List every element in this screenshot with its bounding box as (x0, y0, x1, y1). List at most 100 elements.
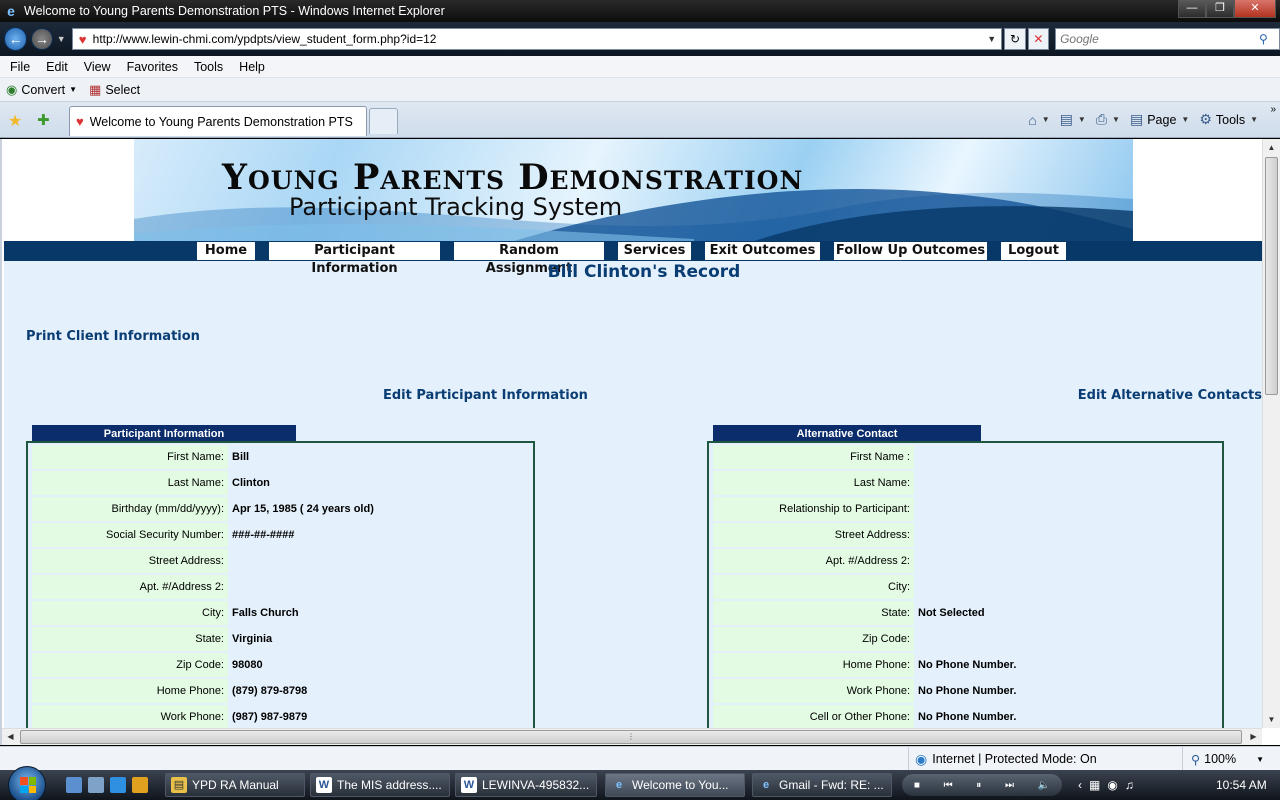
nav-home[interactable]: Home (197, 242, 255, 260)
convert-button[interactable]: ◉ Convert ▼ (0, 82, 83, 98)
nav-exit-outcomes[interactable]: Exit Outcomes (705, 242, 820, 260)
menu-view[interactable]: View (76, 60, 119, 74)
nav-participant-information[interactable]: Participant Information (269, 242, 440, 276)
field-value (230, 575, 525, 599)
next-track-icon[interactable]: ⏭ (1005, 780, 1014, 791)
ie-quicklaunch-icon[interactable] (110, 777, 126, 793)
task-mis-address[interactable]: W The MIS address.... (310, 773, 450, 797)
zoom-icon: ⚲ (1191, 752, 1201, 767)
security-icon[interactable]: ◉ (1107, 778, 1117, 792)
minimize-button[interactable]: — (1178, 0, 1206, 18)
clock[interactable]: 10:54 AM (1216, 770, 1267, 800)
print-client-link[interactable]: Print Client Information (26, 329, 200, 344)
menu-edit[interactable]: Edit (38, 60, 76, 74)
tab-bar: ★ ✚ ♥ Welcome to Young Parents Demonstra… (0, 102, 1280, 138)
pause-icon[interactable]: ⏸ (976, 780, 981, 791)
address-dropdown-icon[interactable]: ▼ (987, 34, 1001, 44)
feeds-button[interactable]: ▤ ▼ (1060, 111, 1086, 128)
edit-alternative-link[interactable]: Edit Alternative Contacts (1078, 388, 1262, 403)
stop-button[interactable]: ✕ (1027, 28, 1050, 50)
zone-text: Internet | Protected Mode: On (932, 752, 1097, 766)
menu-tools[interactable]: Tools (186, 60, 231, 74)
scroll-right-icon[interactable]: ▶ (1245, 729, 1262, 745)
scroll-left-icon[interactable]: ◀ (2, 729, 19, 745)
page-dropdown-icon: ▼ (1181, 115, 1190, 124)
edit-participant-link[interactable]: Edit Participant Information (383, 388, 588, 403)
home-button[interactable]: ⌂ ▼ (1028, 112, 1049, 128)
select-button[interactable]: ▦ Select (83, 82, 146, 98)
show-desktop-icon[interactable] (66, 777, 82, 793)
task-label: YPD RA Manual (192, 778, 279, 792)
history-dropdown-icon[interactable]: ▼ (57, 34, 66, 44)
page-menu[interactable]: ▤ Page ▼ (1130, 111, 1189, 128)
tray-expand-icon[interactable]: ‹ (1078, 778, 1082, 792)
table-row: Home Phone: (879) 879-8798 (32, 679, 525, 703)
back-button[interactable]: ← (4, 27, 28, 51)
media-player-controls[interactable]: ■ ⏮ ⏸ ⏭ 🔈 (902, 774, 1062, 796)
menu-help[interactable]: Help (231, 60, 273, 74)
search-input[interactable] (1056, 32, 1260, 46)
field-value (916, 627, 1216, 651)
speaker-icon[interactable]: ♫ (1125, 778, 1134, 792)
task-ypd-ra-manual[interactable]: ▤ YPD RA Manual (165, 773, 305, 797)
previous-track-icon[interactable]: ⏮ (944, 780, 953, 791)
start-button[interactable] (8, 766, 46, 800)
volume-icon[interactable]: 🔈 (1038, 780, 1050, 791)
field-label: Relationship to Participant: (713, 497, 914, 521)
maximize-button[interactable]: ❐ (1206, 0, 1234, 18)
tab-current[interactable]: ♥ Welcome to Young Parents Demonstration… (69, 106, 367, 136)
forward-button[interactable]: → (31, 28, 53, 50)
participant-panel: First Name: Bill Last Name: Clinton Birthday… (26, 441, 535, 745)
nav-random-assignment[interactable]: Random Assignment (454, 242, 604, 276)
horizontal-scroll-thumb[interactable]: ⋮ (20, 730, 1242, 744)
chevron-right-icon[interactable]: » (1270, 104, 1276, 115)
nav-logout[interactable]: Logout (1001, 242, 1066, 260)
refresh-button[interactable]: ↻ (1004, 28, 1026, 50)
media-quicklaunch-icon[interactable] (132, 777, 148, 793)
task-label: The MIS address.... (337, 778, 442, 792)
scroll-up-icon[interactable]: ▲ (1263, 139, 1280, 156)
ie-logo-icon: e (7, 3, 15, 19)
network-icon[interactable]: ▦ (1089, 778, 1100, 792)
field-value: Clinton (230, 471, 525, 495)
convert-icon: ◉ (6, 81, 18, 97)
vertical-scrollbar[interactable]: ▲ ▼ (1262, 139, 1280, 728)
field-label: Work Phone: (713, 679, 914, 703)
tools-label: Tools (1215, 112, 1246, 127)
search-icon[interactable]: ⚲ (1259, 32, 1279, 46)
scroll-down-icon[interactable]: ▼ (1263, 711, 1280, 728)
address-url[interactable]: http://www.lewin-chmi.com/ypdpts/view_st… (93, 32, 988, 46)
vertical-scroll-thumb[interactable] (1265, 157, 1278, 395)
close-button[interactable]: ✕ (1234, 0, 1276, 18)
menu-file[interactable]: File (0, 60, 38, 74)
task-welcome-young[interactable]: e Welcome to You... (605, 773, 745, 797)
convert-label: Convert (21, 82, 66, 97)
horizontal-scrollbar[interactable]: ◀ ⋮ ▶ (2, 728, 1262, 745)
stop-media-icon[interactable]: ■ (914, 780, 920, 791)
field-value (916, 471, 1216, 495)
field-value (916, 549, 1216, 573)
menu-favorites[interactable]: Favorites (119, 60, 186, 74)
field-label: City: (713, 575, 914, 599)
field-label: First Name : (713, 445, 914, 469)
table-row: First Name : (713, 445, 1216, 469)
address-bar[interactable]: ♥ http://www.lewin-chmi.com/ypdpts/view_… (71, 28, 1003, 50)
nav-services[interactable]: Services (618, 242, 691, 260)
nav-follow-up-outcomes[interactable]: Follow Up Outcomes (834, 242, 987, 260)
switch-windows-icon[interactable] (88, 777, 104, 793)
security-zone[interactable]: ◉ Internet | Protected Mode: On (908, 747, 1097, 771)
print-button[interactable]: ⎙ ▼ (1096, 111, 1120, 128)
search-box[interactable]: ⚲ (1055, 28, 1280, 50)
favorites-star-icon[interactable]: ★ (8, 111, 22, 131)
page-label: Page (1147, 112, 1177, 127)
site-banner: Young Parents Demonstration Participant … (134, 139, 1133, 241)
zoom-control[interactable]: ⚲ 100% ▼ (1182, 747, 1264, 771)
printer-icon: ⎙ (1095, 111, 1108, 127)
add-favorite-icon[interactable]: ✚ (37, 111, 50, 129)
tools-menu[interactable]: ⚙ Tools ▼ (1199, 111, 1258, 128)
field-label: Cell or Other Phone: (713, 705, 914, 729)
new-tab-button[interactable] (369, 108, 398, 134)
task-lewinva[interactable]: W LEWINVA-495832... (455, 773, 597, 797)
tab-title: Welcome to Young Parents Demonstration P… (89, 114, 353, 129)
task-gmail[interactable]: e Gmail - Fwd: RE: ... (752, 773, 892, 797)
